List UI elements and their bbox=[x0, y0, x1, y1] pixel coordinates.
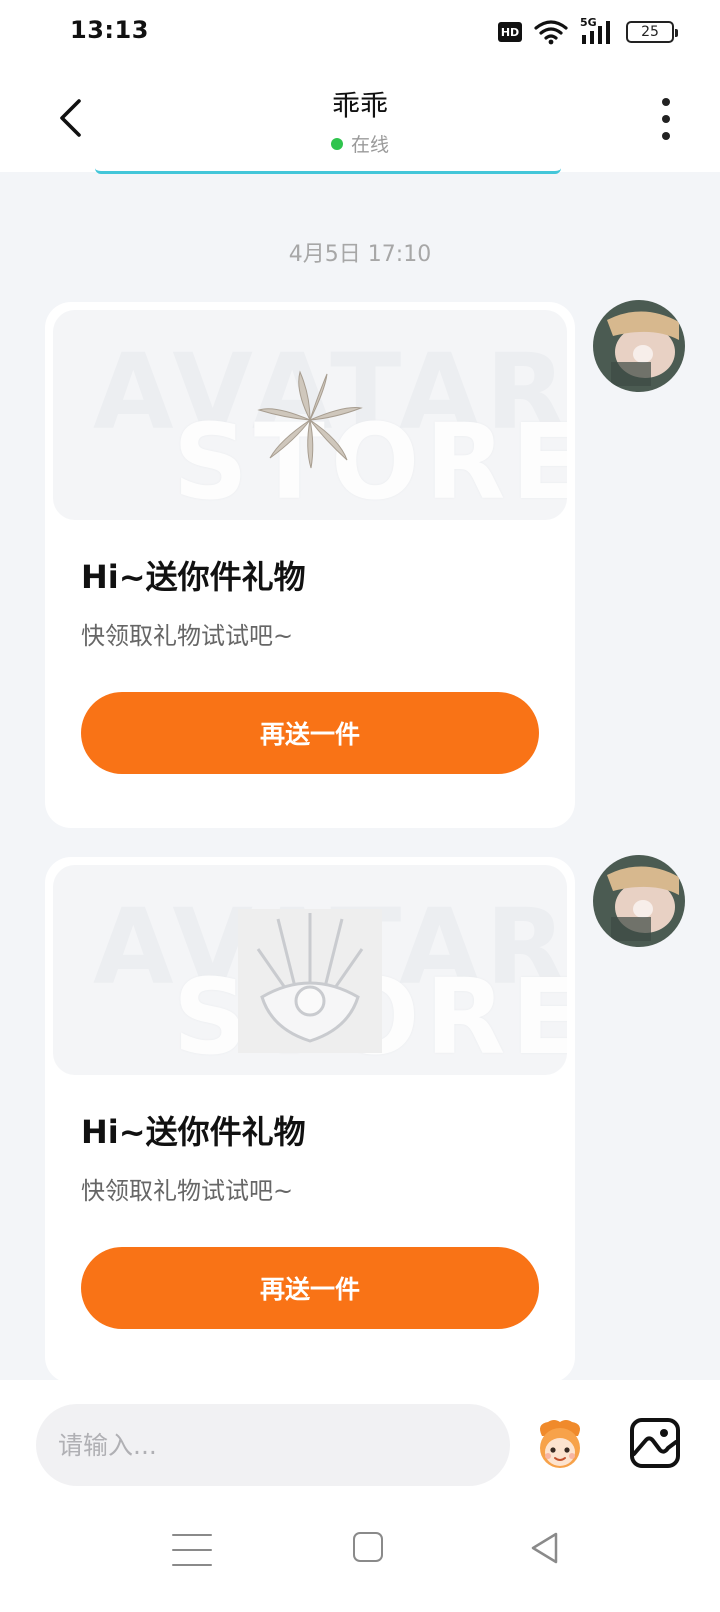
send-another-button[interactable]: 再送一件 bbox=[81, 692, 539, 774]
gift-image: AVATAR STORE bbox=[53, 865, 567, 1075]
send-another-button[interactable]: 再送一件 bbox=[81, 1247, 539, 1329]
gift-message-card: AVATAR STORE Hi~送你件礼物 快领取礼物试试吧~ 再送一件 bbox=[45, 302, 575, 828]
status-time: 13:13 bbox=[70, 16, 149, 44]
system-nav-bar bbox=[0, 1520, 720, 1612]
battery-icon: 25 bbox=[626, 21, 678, 43]
online-status-text: 在线 bbox=[350, 134, 389, 156]
gift-subtitle: 快领取礼物试试吧~ bbox=[81, 1177, 294, 1205]
leaf-ornament-icon bbox=[257, 370, 363, 469]
user-avatar-icon bbox=[593, 855, 685, 947]
emoji-button[interactable] bbox=[532, 1416, 588, 1472]
status-icons: HD 5G 25 bbox=[498, 16, 678, 46]
contact-name: 乖乖 bbox=[331, 89, 388, 122]
crown-ornament-icon bbox=[238, 909, 382, 1053]
pinned-card-edge bbox=[95, 168, 561, 174]
online-status: 在线 bbox=[0, 130, 720, 157]
watermark-bottom: STORE bbox=[173, 401, 567, 520]
avatar[interactable] bbox=[593, 855, 685, 947]
menu-icon[interactable] bbox=[172, 1534, 212, 1566]
back-nav-icon[interactable] bbox=[528, 1530, 562, 1566]
avatar[interactable] bbox=[593, 300, 685, 392]
signal-icon: 5G bbox=[580, 16, 614, 45]
image-icon bbox=[630, 1418, 680, 1468]
gift-subtitle: 快领取礼物试试吧~ bbox=[81, 622, 294, 650]
more-icon bbox=[662, 98, 670, 106]
wifi-icon bbox=[534, 20, 568, 45]
gift-message-card: AVATAR STORE Hi~送你件礼物 快领取礼物试试吧~ 再送一件 bbox=[45, 857, 575, 1383]
gift-title: Hi~送你件礼物 bbox=[81, 1113, 306, 1151]
gift-title: Hi~送你件礼物 bbox=[81, 558, 306, 596]
hd-icon: HD bbox=[498, 22, 522, 42]
user-avatar-icon bbox=[593, 300, 685, 392]
emoji-icon bbox=[540, 1420, 580, 1468]
online-dot bbox=[330, 137, 343, 150]
message-timestamp: 4月5日 17:10 bbox=[288, 242, 432, 267]
message-input[interactable] bbox=[36, 1404, 510, 1486]
status-bar: 13:13 HD 5G 25 bbox=[0, 0, 720, 64]
home-icon[interactable] bbox=[353, 1532, 383, 1562]
chat-header: 乖乖 在线 bbox=[0, 64, 720, 172]
image-button[interactable] bbox=[628, 1416, 682, 1470]
more-button[interactable] bbox=[654, 98, 678, 140]
gift-image: AVATAR STORE bbox=[53, 310, 567, 520]
title-block: 乖乖 在线 bbox=[0, 84, 720, 157]
